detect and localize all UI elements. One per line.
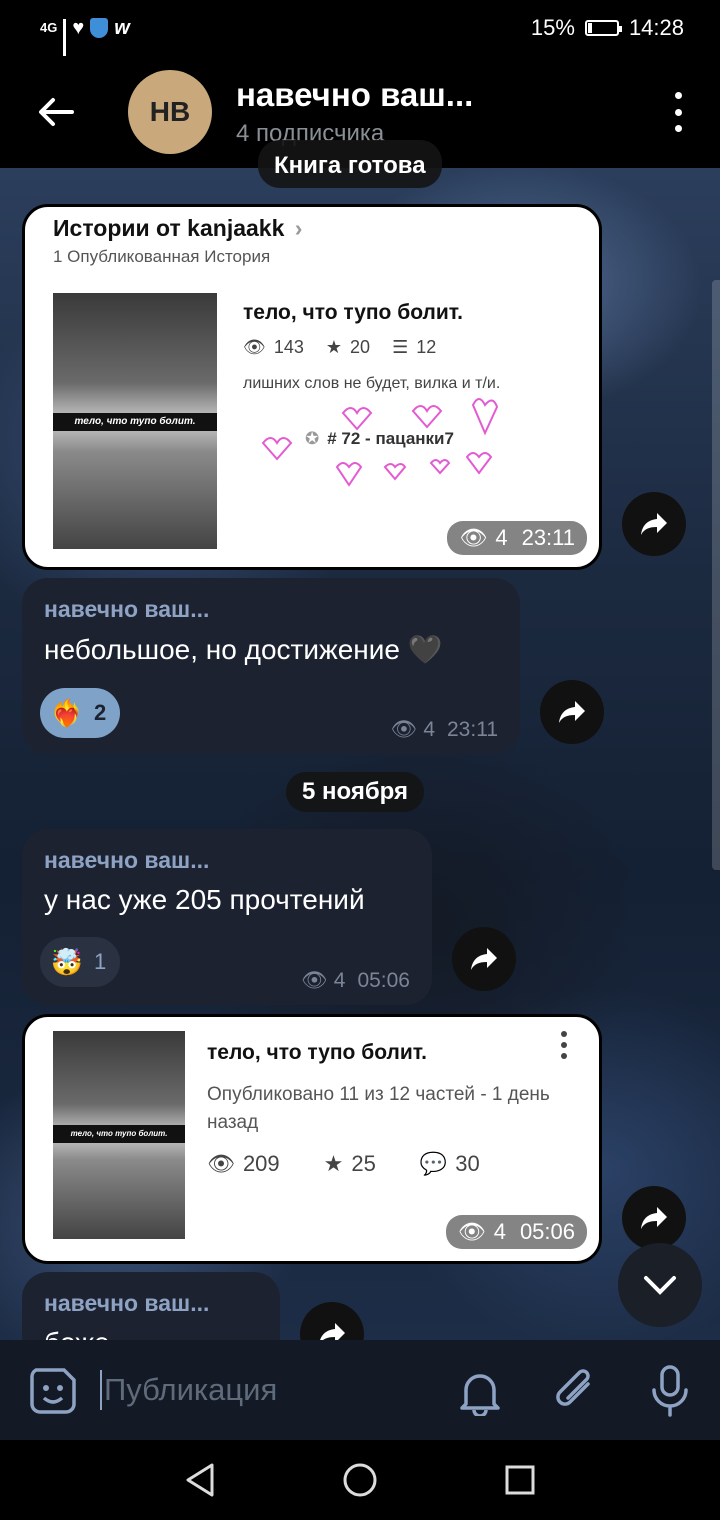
- share-arrow-icon: [641, 1207, 667, 1229]
- bell-icon: [460, 1374, 500, 1418]
- paperclip-icon: [556, 1369, 590, 1406]
- list-icon: ☰: [392, 337, 409, 357]
- message-pill: Книга готова: [258, 140, 442, 188]
- eye-icon: 👁: [390, 718, 418, 741]
- message-text: небольшое, но достижение 🖤: [44, 634, 443, 665]
- message-author: навечно ваш...: [44, 1290, 210, 1316]
- story-title: тело, что тупо болит.: [243, 301, 464, 324]
- chevron-down-icon: [644, 1276, 676, 1295]
- scroll-to-bottom-button[interactable]: [618, 1243, 702, 1327]
- home-circle-icon[interactable]: [342, 1462, 378, 1498]
- reaction-chip[interactable]: 🤯 1: [40, 937, 121, 987]
- story-card-2[interactable]: тело, что тупо болит. тело, что тупо бол…: [22, 1014, 602, 1264]
- message-text: у нас уже 205 прочтений: [44, 884, 365, 915]
- eye-icon: 👁: [459, 525, 488, 550]
- network-type: 4G: [40, 20, 58, 35]
- back-triangle-icon[interactable]: [182, 1462, 218, 1498]
- shield-icon: [90, 18, 109, 38]
- forward-button[interactable]: [622, 492, 686, 556]
- avatar[interactable]: НВ: [128, 70, 212, 154]
- microphone-icon: [652, 1365, 688, 1417]
- message-input[interactable]: Публикация: [104, 1372, 277, 1408]
- story-title: тело, что тупо болит.: [207, 1041, 428, 1064]
- message-author: навечно ваш...: [44, 596, 210, 622]
- recents-square-icon[interactable]: [504, 1464, 536, 1496]
- voice-button[interactable]: [650, 1364, 690, 1423]
- more-menu-button[interactable]: [666, 92, 690, 132]
- system-nav-bar: [0, 1440, 720, 1520]
- date-separator: 5 ноября: [286, 772, 425, 812]
- star-icon: ★: [325, 337, 343, 357]
- clock: 14:28: [628, 15, 684, 40]
- notifications-button[interactable]: [458, 1368, 502, 1421]
- star-icon: ★: [323, 1151, 344, 1176]
- author-line: Истории от kanjaakk ›: [53, 215, 303, 241]
- card-meta: 👁 4 23:11: [447, 521, 587, 555]
- arrow-left-icon: [39, 98, 74, 126]
- message-input-bar: Публикация: [0, 1340, 720, 1440]
- story-card-1[interactable]: Истории от kanjaakk › 1 Опубликованная И…: [22, 204, 602, 570]
- forward-button[interactable]: [452, 927, 516, 991]
- message-meta: 👁 4 23:11: [390, 718, 498, 741]
- signal-icon: [63, 19, 67, 63]
- back-button[interactable]: [26, 82, 86, 142]
- attach-button[interactable]: [552, 1364, 600, 1421]
- eye-icon: 👁: [301, 969, 328, 992]
- cover-caption: тело, что тупо болит.: [53, 413, 217, 431]
- chevron-right-icon: ›: [294, 215, 303, 241]
- reaction-count: 2: [94, 700, 107, 725]
- story-cover: тело, что тупо болит.: [53, 1031, 185, 1239]
- scrollbar[interactable]: [712, 280, 720, 870]
- text-cursor: [100, 1370, 102, 1410]
- forward-button[interactable]: [622, 1186, 686, 1250]
- cover-caption: тело, что тупо болит.: [53, 1125, 185, 1143]
- wattpad-icon: w: [114, 16, 130, 39]
- story-menu-button[interactable]: [559, 1031, 569, 1059]
- card-meta: 👁 4 05:06: [445, 1215, 587, 1249]
- reaction-count: 1: [94, 949, 107, 974]
- comment-icon: 💬: [419, 1151, 448, 1176]
- fire-heart-emoji-icon: ❤️‍🔥: [50, 697, 84, 728]
- status-icons: 4G ♥ w: [40, 16, 130, 63]
- message-bubble-2[interactable]: навечно ваш... у нас уже 205 прочтений 🤯…: [22, 829, 432, 1005]
- chat-title-block[interactable]: навечно ваш... 4 подписчика: [236, 76, 473, 148]
- battery-icon: [584, 20, 622, 36]
- eye-icon: 👁: [207, 1151, 235, 1176]
- share-arrow-icon: [471, 948, 497, 970]
- heart-icon: ♥: [72, 16, 85, 39]
- story-stats: 👁 143 ★ 20 ☰ 12: [243, 337, 437, 357]
- message-meta: 👁 4 05:06: [301, 969, 410, 992]
- message-bubble-1[interactable]: навечно ваш... небольшое, но достижение …: [22, 578, 520, 754]
- heart-doodles: [261, 398, 499, 487]
- eye-icon: 👁: [457, 1219, 486, 1244]
- forward-button[interactable]: [540, 680, 604, 744]
- chat-title: навечно ваш...: [236, 76, 474, 113]
- battery-percent: 15%: [530, 15, 575, 40]
- share-arrow-icon: [641, 513, 667, 535]
- emoji-button[interactable]: [28, 1366, 78, 1421]
- share-arrow-icon: [559, 701, 585, 723]
- story-stats: 👁 209 ★ 25 💬 30: [207, 1151, 480, 1176]
- sticker-icon: [30, 1368, 76, 1414]
- reaction-chip[interactable]: ❤️‍🔥 2: [40, 688, 121, 738]
- status-bar: 4G ♥ w 15% 14:28: [0, 0, 720, 63]
- story-cover: тело, что тупо болит.: [53, 293, 217, 549]
- published-count: 1 Опубликованная История: [53, 247, 271, 266]
- message-author: навечно ваш...: [44, 847, 210, 873]
- published-info: Опубликовано 11 из 12 частей - 1 день на…: [207, 1084, 550, 1133]
- eye-icon: 👁: [243, 337, 266, 357]
- exploding-head-emoji-icon: 🤯: [50, 946, 84, 977]
